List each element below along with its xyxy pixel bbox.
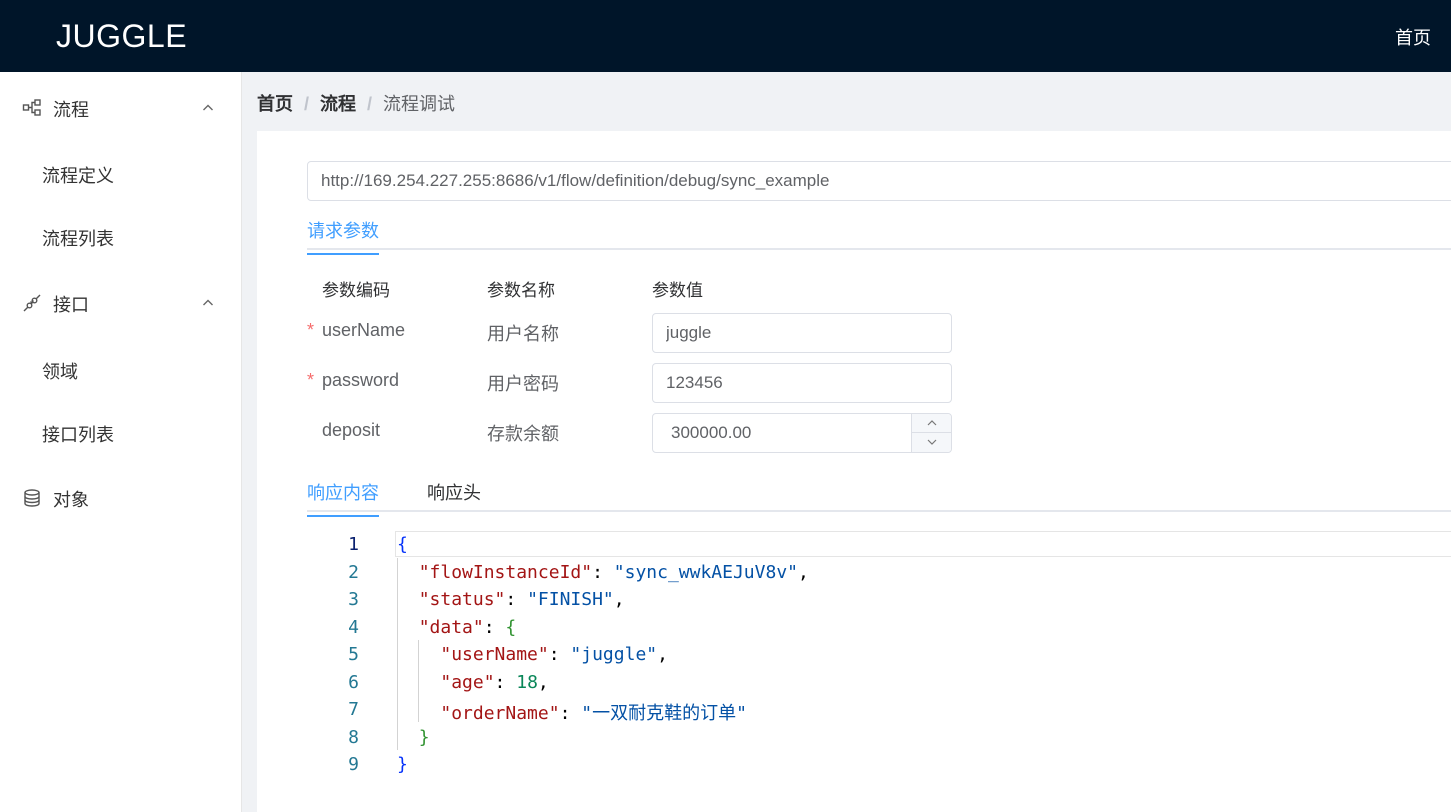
breadcrumb-home[interactable]: 首页 — [257, 94, 293, 114]
line-number: 1 — [348, 534, 359, 555]
code-line: "status": "FINISH", — [418, 589, 625, 610]
chevron-up-icon — [203, 299, 213, 306]
top-nav-home-link[interactable]: 首页 — [1395, 24, 1431, 50]
breadcrumb-separator: / — [304, 94, 310, 114]
chevron-down-icon — [927, 439, 937, 445]
column-header-value: 参数值 — [652, 281, 703, 300]
line-number: 3 — [348, 589, 359, 610]
sidebar-item-flow-definition[interactable]: 流程定义 — [0, 146, 242, 202]
json-value: "sync_wwkAEJuV8v" — [613, 562, 798, 583]
current-line-highlight — [395, 531, 1451, 557]
sidebar-item-label: 接口列表 — [42, 425, 114, 445]
decrease-button[interactable] — [911, 433, 951, 452]
line-number: 2 — [348, 562, 359, 583]
required-marker: * — [307, 320, 315, 340]
sidebar-item-label: 流程定义 — [42, 166, 114, 186]
breadcrumb: 首页 / 流程 / 流程调试 — [257, 90, 455, 116]
chevron-up-icon — [203, 104, 213, 111]
code-line: "age": 18, — [440, 672, 549, 693]
line-number: 7 — [348, 699, 359, 720]
tab-request-params[interactable]: 请求参数 — [307, 217, 379, 255]
json-brace: } — [397, 754, 408, 775]
deposit-input[interactable] — [653, 414, 911, 452]
increase-button[interactable] — [911, 414, 951, 433]
json-value: "一双耐克鞋的订单" — [581, 703, 747, 724]
code-line: "userName": "juggle", — [440, 644, 668, 665]
line-number: 6 — [348, 672, 359, 693]
json-key: "data" — [418, 617, 484, 638]
flow-icon — [22, 99, 41, 116]
json-key: "flowInstanceId" — [418, 562, 593, 583]
param-code: userName — [322, 320, 406, 340]
json-key: "orderName" — [440, 703, 560, 724]
json-brace: { — [397, 534, 408, 555]
line-number: 5 — [348, 644, 359, 665]
param-name: 用户名称 — [487, 324, 559, 344]
json-value: 18 — [516, 672, 538, 693]
json-key: "userName" — [440, 644, 549, 665]
breadcrumb-current: 流程调试 — [383, 94, 456, 114]
sidebar-item-domain[interactable]: 领域 — [0, 342, 242, 398]
sidebar-group-label: 流程 — [53, 100, 89, 120]
code-line: "orderName": "一双耐克鞋的订单" — [440, 703, 747, 724]
debug-panel: 请求参数 参数编码 参数名称 参数值 * userName 用户名称 * pas… — [257, 131, 1451, 812]
json-key: "age" — [440, 672, 495, 693]
breadcrumb-flow[interactable]: 流程 — [320, 94, 356, 114]
sidebar-item-api-list[interactable]: 接口列表 — [0, 405, 242, 461]
param-value-password-input[interactable] — [652, 363, 952, 403]
sidebar-group-api[interactable]: 接口 — [0, 275, 242, 331]
request-url-input[interactable] — [307, 161, 1451, 201]
param-value-username-input[interactable] — [652, 313, 952, 353]
tab-response-headers[interactable]: 响应头 — [427, 479, 481, 515]
top-header: JUGGLE 首页 — [0, 0, 1451, 72]
api-link-icon — [23, 294, 41, 312]
json-value: "FINISH" — [527, 589, 614, 610]
sidebar-group-label: 对象 — [53, 490, 89, 510]
param-code: deposit — [322, 420, 381, 440]
sidebar-item-label: 领域 — [42, 362, 78, 382]
response-tabs: 响应内容 响应头 — [307, 479, 1451, 517]
line-number: 4 — [348, 617, 359, 638]
sidebar-group-label: 接口 — [53, 295, 89, 315]
column-header-name: 参数名称 — [487, 281, 555, 300]
line-number: 8 — [348, 727, 359, 748]
json-value: "juggle" — [570, 644, 658, 665]
param-name: 存款余额 — [487, 424, 559, 444]
app-logo: JUGGLE — [56, 18, 188, 54]
json-key: "status" — [418, 589, 506, 610]
required-marker: * — [307, 370, 315, 390]
tab-response-content[interactable]: 响应内容 — [307, 479, 379, 517]
code-line: } — [397, 727, 430, 748]
code-line: } — [397, 754, 408, 775]
param-value-deposit-stepper — [652, 413, 952, 453]
code-line: "flowInstanceId": "sync_wwkAEJuV8v", — [418, 562, 809, 583]
column-header-code: 参数编码 — [322, 281, 390, 300]
sidebar: 流程 流程定义 流程列表 接口 领域 接口列表 对象 — [0, 72, 242, 812]
json-brace: { — [505, 617, 517, 638]
response-json-editor[interactable]: 1 2 3 4 5 6 7 8 9 { "flowInstanceId": "s… — [307, 531, 1451, 781]
line-number: 9 — [348, 754, 359, 775]
param-name: 用户密码 — [487, 374, 559, 394]
json-brace: } — [418, 727, 430, 748]
sidebar-item-flow-list[interactable]: 流程列表 — [0, 209, 242, 265]
sidebar-group-object[interactable]: 对象 — [0, 470, 242, 526]
code-line: "data": { — [418, 617, 517, 638]
chevron-up-icon — [927, 420, 937, 426]
database-icon — [24, 489, 40, 507]
breadcrumb-separator: / — [367, 94, 373, 114]
param-code: password — [322, 370, 400, 390]
sidebar-item-label: 流程列表 — [42, 229, 114, 249]
request-tabs: 请求参数 — [307, 217, 1451, 255]
sidebar-group-flow[interactable]: 流程 — [0, 80, 242, 136]
code-line: { — [397, 534, 408, 555]
